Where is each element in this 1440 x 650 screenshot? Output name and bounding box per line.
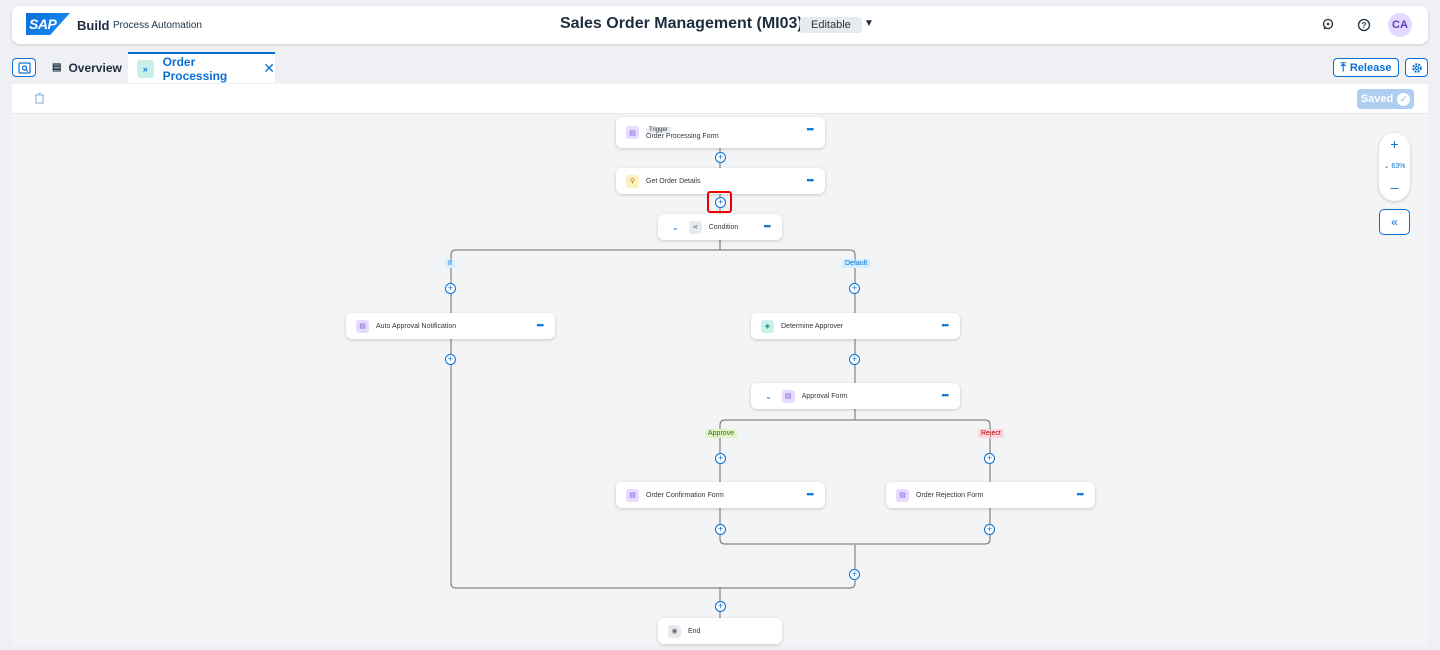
action-icon: ⚲ (626, 174, 639, 188)
chevron-down-icon[interactable]: ⌄ (765, 392, 772, 401)
form-icon: ▤ (626, 488, 639, 502)
determine-approver-node[interactable]: ◈ Determine Approver ••• (751, 313, 960, 339)
zoom-in-button[interactable]: + (1379, 136, 1410, 152)
node-title: Get Order Details (646, 177, 701, 185)
add-step-button[interactable]: + (445, 283, 456, 294)
condition-node[interactable]: ⌄ ⋖ Condition ••• (658, 214, 782, 240)
approval-form-node[interactable]: ⌄ ▤ Approval Form ••• (751, 383, 960, 409)
node-title: Auto Approval Notification (376, 322, 457, 330)
add-step-button[interactable]: + (849, 354, 860, 365)
order-confirmation-node[interactable]: ▤ Order Confirmation Form ••• (616, 482, 825, 508)
add-step-button[interactable]: + (715, 524, 726, 535)
more-icon[interactable]: ••• (942, 321, 950, 330)
add-step-button[interactable]: + (849, 283, 860, 294)
form-icon: ▤ (626, 126, 639, 139)
add-step-button[interactable]: + (849, 569, 860, 580)
form-icon: ▤ (781, 389, 795, 403)
add-step-button[interactable]: + (984, 524, 995, 535)
connector-lines (450, 148, 991, 618)
more-icon[interactable]: ••• (807, 125, 815, 134)
condition-icon: ⋖ (688, 220, 702, 234)
node-title: Determine Approver (781, 322, 844, 330)
node-title: Approval Form (801, 392, 848, 400)
branch-label-default: Default (842, 259, 871, 268)
form-icon: ▤ (896, 488, 909, 502)
stop-icon: ◉ (668, 624, 681, 638)
branch-label-approve: Approve (705, 429, 738, 438)
node-title: Order Confirmation Form (646, 491, 724, 499)
trigger-tag: Trigger (646, 126, 671, 133)
more-icon[interactable]: ••• (807, 490, 815, 499)
zoom-level[interactable]: ⌄ 63% (1379, 162, 1410, 170)
end-node[interactable]: ◉ End (658, 618, 782, 644)
add-step-button[interactable]: + (445, 354, 456, 365)
branch-label-if: If (445, 259, 455, 268)
add-step-button[interactable]: + (984, 453, 995, 464)
node-title: Condition (708, 223, 739, 231)
node-title: End (688, 627, 701, 635)
order-rejection-node[interactable]: ▤ Order Rejection Form ••• (886, 482, 1095, 508)
add-step-button[interactable]: + (715, 601, 726, 612)
trigger-node[interactable]: ▤ Trigger Order Processing Form ••• (616, 117, 825, 148)
more-icon[interactable]: ••• (1077, 490, 1085, 499)
chevron-down-icon[interactable]: ⌄ (672, 223, 679, 232)
node-title: Order Rejection Form (916, 491, 984, 499)
more-icon[interactable]: ••• (537, 321, 545, 330)
collapse-panel-icon[interactable]: « (1379, 209, 1410, 235)
form-icon: ▤ (356, 319, 369, 333)
auto-approval-node[interactable]: ▤ Auto Approval Notification ••• (346, 313, 555, 339)
decision-icon: ◈ (761, 319, 774, 333)
node-title: Order Processing Form (646, 132, 719, 140)
branch-label-reject: Reject (978, 429, 1004, 438)
more-icon[interactable]: ••• (942, 391, 950, 400)
zoom-out-button[interactable]: – (1379, 179, 1410, 195)
highlight-marker (707, 191, 732, 213)
zoom-control: + ⌄ 63% – (1379, 133, 1410, 201)
add-step-button[interactable]: + (715, 152, 726, 163)
zoom-level-value: 63% (1391, 163, 1406, 170)
more-icon[interactable]: ••• (807, 176, 815, 185)
add-step-button[interactable]: + (715, 453, 726, 464)
more-icon[interactable]: ••• (764, 222, 772, 231)
